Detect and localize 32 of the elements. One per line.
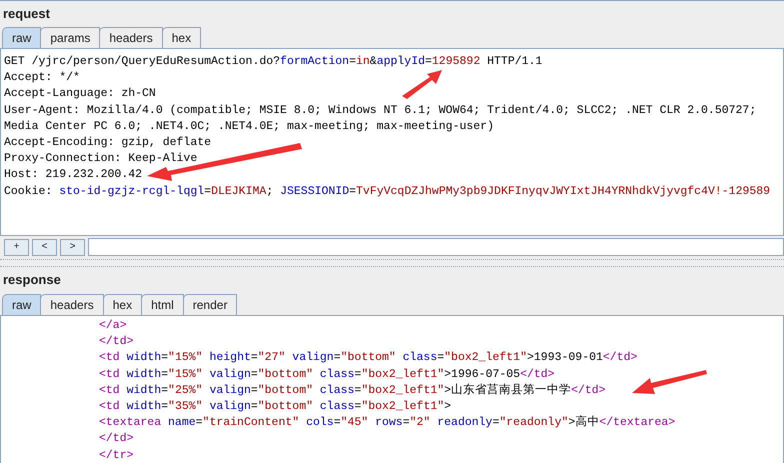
nav-button[interactable]: >: [60, 238, 85, 256]
code-line: Accept-Encoding: gzip, deflate: [3, 134, 212, 151]
panel-title: request: [3, 4, 50, 23]
tab[interactable]: raw: [2, 27, 42, 48]
code-line: </td>: [98, 334, 134, 350]
code-line: Accept: */*: [3, 70, 80, 86]
panel-title: response: [3, 271, 61, 290]
tab[interactable]: hex: [162, 27, 202, 48]
code-line: Media Center PC 6.0; .NET4.0C; .NET4.0E; max-meeting; max-meeting-user): [3, 118, 494, 135]
code-line: Proxy-Connection: Keep-Alive: [3, 151, 198, 168]
nav-button[interactable]: +: [4, 238, 29, 256]
code-line: <td width="15%" valign="bottom" class="box2_left1">1996-07-05</td>: [98, 366, 555, 383]
code-line: </a>: [98, 318, 127, 334]
tab[interactable]: raw: [2, 294, 42, 315]
search-field[interactable]: [88, 238, 784, 256]
code-line: <td width="35%" valign="bottom" class="box2_left1">: [98, 398, 452, 415]
code-line: <td width="25%" valign="bottom" class="box2_left1">山东省莒南县第一中学</td>: [98, 382, 606, 399]
annotation-arrow: [402, 70, 442, 99]
code-line: Cookie: sto-id-gzjz-rcgl-lqgl=DLEJKIMA; JSESSIONID=TvFyVcqDZJhwPMy3pb9JDKFInyqvJWYIxtJH4YRNhdkVjyvgfc4V!-129589: [3, 184, 770, 200]
code-line: Accept-Language: zh-CN: [3, 86, 156, 102]
code-line: <textarea name="trainContent" cols="45" rows="2" readonly="readonly">高中</textarea>: [98, 415, 676, 432]
code-line: Host: 219.232.200.42: [3, 167, 142, 184]
code-line: User-Agent: Mozilla/4.0 (compatible; MSIE 8.0; Windows NT 6.1; WOW64; Trident/4.0; SLCC2; .NET CLR 2.0.50727;: [3, 102, 756, 119]
request-editor[interactable]: [0, 48, 784, 236]
code-line: <td width="15%" height="27" valign="bottom" class="box2_left1">1993-09-01</td>: [98, 350, 638, 366]
code-line: </tr>: [98, 448, 134, 463]
code-line: GET /yjrc/person/QueryEduResumAction.do?formAction=in&applyId=1295892 HTTP/1.1: [3, 54, 542, 70]
tab[interactable]: render: [182, 294, 238, 315]
nav-button[interactable]: <: [32, 238, 57, 256]
splitter-handle[interactable]: [0, 259, 784, 267]
response-editor[interactable]: [0, 315, 784, 463]
code-line: </td>: [98, 431, 134, 448]
